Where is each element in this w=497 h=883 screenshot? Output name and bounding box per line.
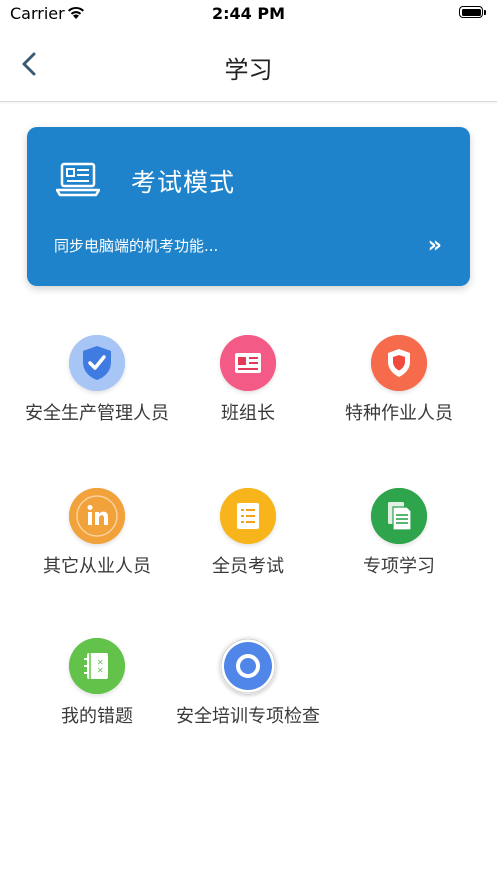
grid-item-all-staff-exam[interactable]: 全员考试 (165, 488, 331, 598)
nav-bar: 学习 (0, 28, 497, 102)
checklist-icon (220, 488, 276, 544)
linkedin-icon (69, 488, 125, 544)
double-chevron-icon: » (427, 233, 442, 258)
notebook-icon: ✕ ✕ (69, 638, 125, 694)
page-title: 学习 (224, 56, 273, 84)
shield-check-icon (69, 335, 125, 391)
grid-item-team-leader[interactable]: 班组长 (165, 335, 331, 445)
exam-mode-subtitle: 同步电脑端的机考功能... (54, 237, 219, 255)
grid-item-safety-manager[interactable]: 安全生产管理人员 (14, 335, 180, 445)
grid-item-safety-training-inspection[interactable]: 安全培训专项检查 (165, 638, 331, 748)
grid-item-other-practitioners[interactable]: 其它从业人员 (14, 488, 180, 598)
exam-mode-title: 考试模式 (131, 168, 236, 197)
battery-icon (459, 6, 487, 20)
shield-icon (371, 335, 427, 391)
status-time: 2:44 PM (211, 4, 285, 23)
status-bar: Carrier 2:44 PM (0, 0, 497, 28)
grid-label: 专项学习 (363, 556, 435, 577)
documents-icon (371, 488, 427, 544)
laptop-icon (56, 162, 100, 197)
grid-label: 安全培训专项检查 (176, 706, 320, 727)
exam-mode-card[interactable]: 考试模式 同步电脑端的机考功能... » (27, 127, 470, 286)
grid-item-special-study[interactable]: 专项学习 (316, 488, 482, 598)
grid-item-special-operator[interactable]: 特种作业人员 (316, 335, 482, 445)
id-card-icon (220, 335, 276, 391)
grid-item-my-mistakes[interactable]: ✕ ✕ 我的错题 (14, 638, 180, 748)
grid-label: 特种作业人员 (345, 403, 453, 424)
svg-text:✕: ✕ (97, 666, 104, 675)
circle-icon (220, 638, 276, 694)
